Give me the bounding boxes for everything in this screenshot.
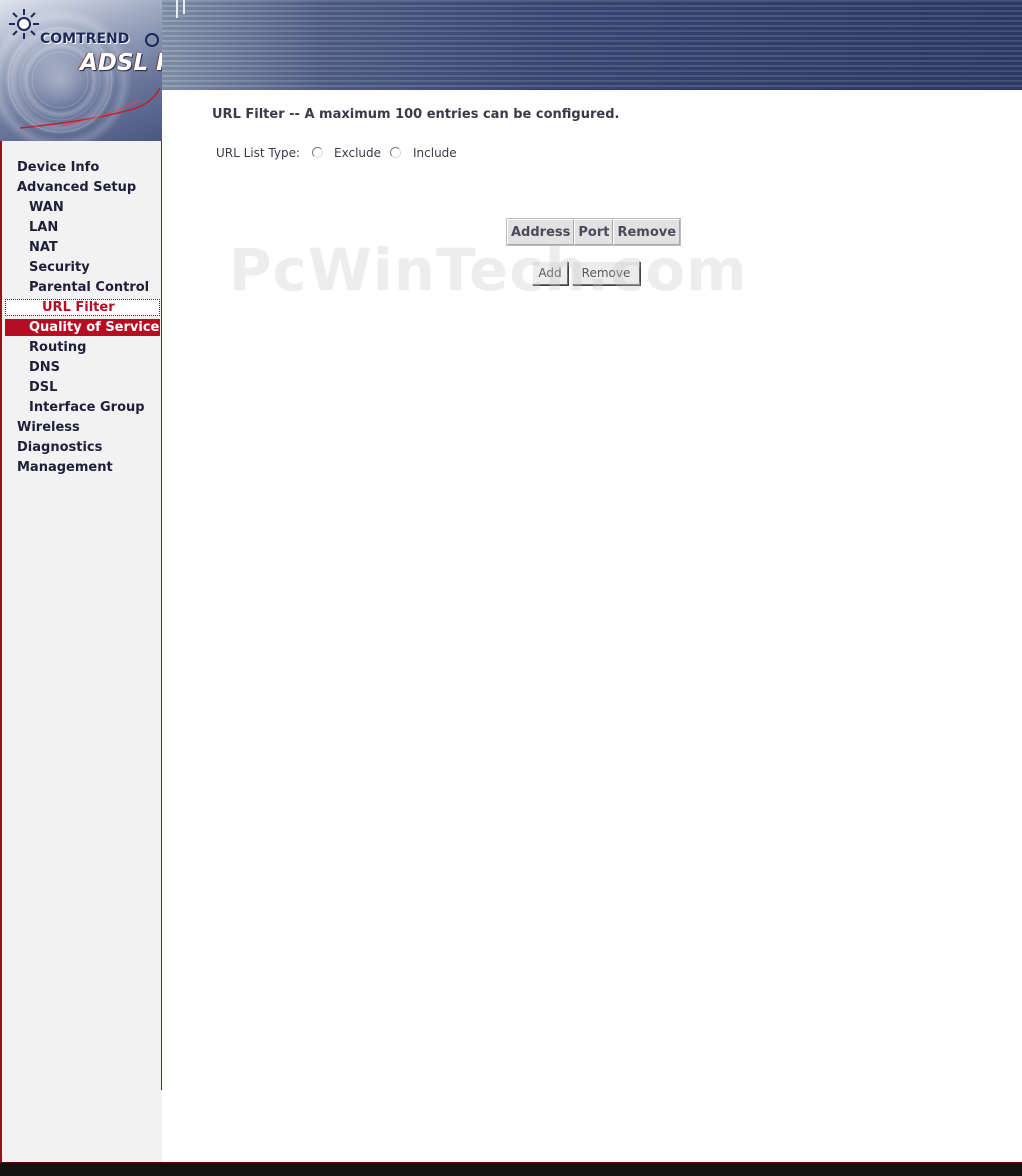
logo-dots-icon	[145, 33, 159, 47]
include-radio[interactable]	[390, 147, 401, 158]
sidebar-item-interface-group[interactable]: Interface Group	[5, 399, 160, 416]
logo-block: COMTREND ADSL Router	[0, 0, 162, 141]
sidebar-item-security[interactable]: Security	[5, 259, 160, 276]
sidebar-item-routing[interactable]: Routing	[5, 339, 160, 356]
brand-name: COMTREND	[40, 31, 130, 47]
sidebar-footer-edge	[0, 1090, 2, 1162]
bottom-bar	[0, 1162, 1022, 1176]
page-title: URL Filter -- A maximum 100 entries can …	[212, 107, 620, 122]
router-page: COMTREND ADSL Router Device Info Advance…	[0, 0, 1022, 1176]
add-button[interactable]: Add	[532, 261, 568, 285]
url-filter-table: Address Port Remove	[506, 218, 682, 246]
main-content: URL Filter -- A maximum 100 entries can …	[162, 90, 1022, 1162]
sidebar-item-nat[interactable]: NAT	[5, 239, 160, 256]
column-header-address: Address	[507, 219, 575, 245]
sidebar-item-management[interactable]: Management	[5, 459, 160, 476]
column-header-port: Port	[574, 219, 614, 245]
sidebar-item-dns[interactable]: DNS	[5, 359, 160, 376]
include-radio-label[interactable]: Include	[413, 146, 457, 160]
exclude-radio[interactable]	[312, 147, 323, 158]
exclude-radio-label[interactable]: Exclude	[334, 146, 381, 160]
sidebar-item-lan[interactable]: LAN	[5, 219, 160, 236]
banner-decoration	[176, 0, 178, 18]
table-header-row: Address Port Remove	[507, 219, 681, 245]
sidebar-item-wireless[interactable]: Wireless	[5, 419, 160, 436]
banner-decoration	[183, 0, 185, 14]
remove-button[interactable]: Remove	[572, 261, 640, 285]
sun-logo-icon	[9, 9, 39, 39]
sidebar-item-dsl[interactable]: DSL	[5, 379, 160, 396]
sidebar-footer	[0, 1090, 172, 1162]
url-list-type-label: URL List Type:	[216, 146, 301, 160]
sidebar-item-quality-of-service[interactable]: Quality of Service	[5, 319, 160, 336]
sidebar-item-wan[interactable]: WAN	[5, 199, 160, 216]
column-header-remove: Remove	[613, 219, 681, 245]
sidebar-nav: Device Info Advanced Setup WAN LAN NAT S…	[0, 141, 162, 1090]
sidebar-item-device-info[interactable]: Device Info	[5, 159, 160, 176]
sidebar-item-parental-control[interactable]: Parental Control	[5, 279, 160, 296]
sidebar-item-url-filter[interactable]: URL Filter	[5, 299, 160, 316]
product-title: ADSL Router	[80, 50, 162, 76]
sidebar-item-diagnostics[interactable]: Diagnostics	[5, 439, 160, 456]
sidebar-item-advanced-setup[interactable]: Advanced Setup	[5, 179, 160, 196]
